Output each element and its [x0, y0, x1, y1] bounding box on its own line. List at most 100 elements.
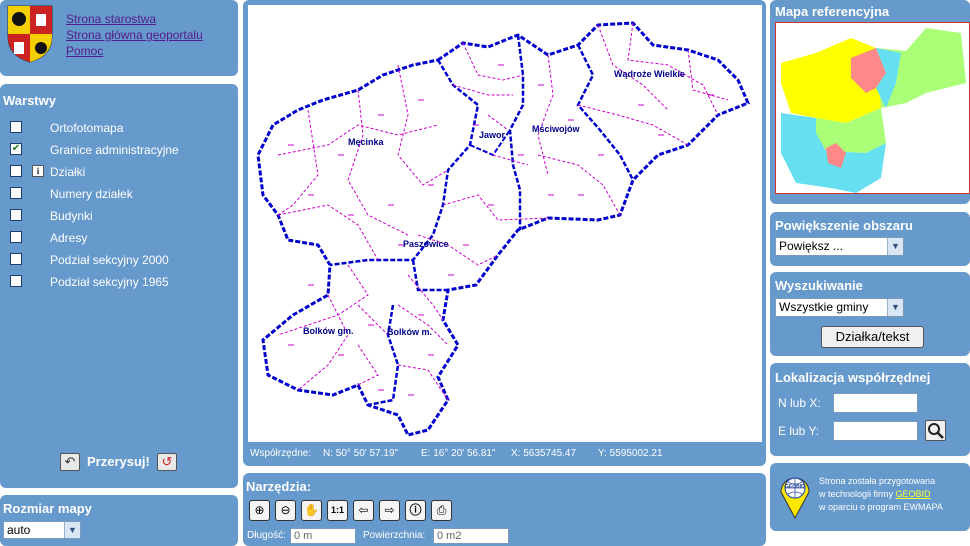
layer-label: Adresy: [50, 231, 88, 245]
area-field[interactable]: 0 m2: [433, 528, 509, 544]
layer-label: Podział sekcyjny 1965: [50, 275, 169, 289]
locate-panel: Lokalizacja współrzędnej N lub X: E lub …: [770, 363, 970, 456]
layers-title: Warstwy: [3, 93, 56, 108]
zoom-value: Powiększ ...: [779, 239, 844, 253]
undo-icon[interactable]: ↶: [60, 453, 80, 471]
length-value: 0 m: [294, 530, 313, 542]
layer-label: Ortofotomapa: [50, 121, 124, 135]
gmina-select-value: Wszystkie gminy: [779, 300, 869, 314]
coordinates-label: Współrzędne:: [250, 448, 312, 459]
layer-checkbox[interactable]: [10, 187, 22, 199]
redraw-button[interactable]: Przerysuj!: [87, 454, 150, 469]
layers-panel: Warstwy Ortofotomapa ✔ Granice administr…: [0, 84, 238, 488]
area-label: Powierzchnia:: [363, 530, 426, 541]
zoom-panel: Powiększenie obszaru Powiększ ... ▼: [770, 212, 970, 266]
county-boundary: [256, 21, 750, 437]
coat-of-arms-icon: [7, 5, 53, 63]
gmina-boundary: [411, 259, 448, 292]
layer-label: Granice administracyjne: [50, 143, 179, 157]
e-y-input[interactable]: [833, 421, 918, 441]
print-icon[interactable]: ⎙: [431, 500, 452, 521]
coord-n: N: 50° 50' 57.19": [323, 448, 399, 459]
arrow-left-icon[interactable]: ⇦: [353, 500, 374, 521]
coord-e: E: 16° 20' 56.81": [421, 448, 496, 459]
footer-line-3: w oparciu o program EWMAPA: [819, 502, 943, 512]
geoportal-home-link[interactable]: Strona główna geoportalu: [66, 27, 203, 43]
search-panel: Wyszukiwanie Wszystkie gminy ▼ Działka/t…: [770, 272, 970, 356]
chevron-down-icon: ▼: [64, 522, 80, 538]
map-label-paszowice: Paszowice: [403, 239, 449, 249]
pan-hand-icon[interactable]: ✋: [301, 500, 322, 521]
reset-icon[interactable]: ↺: [157, 453, 177, 471]
info-icon[interactable]: ⓘ: [405, 500, 426, 521]
coord-y: Y: 5595002.21: [598, 448, 663, 459]
gmina-select[interactable]: Wszystkie gminy ▼: [775, 298, 904, 317]
map-label-mecinka: Męcinka: [348, 137, 384, 147]
zoom-1to1-icon[interactable]: 1:1: [327, 500, 348, 521]
geobid-logo-icon: [780, 477, 810, 520]
footer-text: Strona została przygotowana w technologi…: [819, 475, 943, 514]
coordinates-bar: Współrzędne: N: 50° 50' 57.19" E: 16° 20…: [250, 448, 760, 462]
precinct-boundaries: [277, 22, 729, 401]
reference-map-image: [781, 28, 966, 193]
map-panel: Wądroże Wielkie Męcinka Jawor Mściwojów …: [243, 0, 766, 466]
reference-map-panel: Mapa referencyjna: [770, 0, 970, 204]
layer-checkbox[interactable]: [10, 121, 22, 133]
e-y-label: E lub Y:: [778, 424, 820, 438]
footer-panel: GEOBID Strona została przygotowana w tec…: [770, 463, 970, 531]
layer-label: Podział sekcyjny 2000: [50, 253, 169, 267]
search-icon[interactable]: [925, 420, 946, 441]
layer-numery-dzialek[interactable]: Numery działek: [8, 185, 233, 203]
search-title: Wyszukiwanie: [775, 278, 863, 293]
arrow-right-icon[interactable]: ⇨: [379, 500, 400, 521]
layer-checkbox[interactable]: [10, 253, 22, 265]
tools-title: Narzędzia:: [246, 479, 312, 494]
layer-podzial-2000[interactable]: Podział sekcyjny 2000: [8, 251, 233, 269]
layer-checkbox[interactable]: [10, 231, 22, 243]
footer-line-1: Strona została przygotowana: [819, 476, 936, 486]
map-label-msciwojow: Mściwojów: [532, 124, 580, 134]
zoom-out-icon[interactable]: ⊖: [275, 500, 296, 521]
map-size-panel: Rozmiar mapy auto ▼: [0, 495, 238, 546]
footer-line-2-prefix: w technologii firmy: [819, 489, 894, 499]
zoom-in-icon[interactable]: ⊕: [249, 500, 270, 521]
layer-checkbox[interactable]: ✔: [10, 143, 22, 155]
map-size-title: Rozmiar mapy: [3, 501, 92, 516]
layer-checkbox[interactable]: [10, 165, 22, 177]
layer-info-icon[interactable]: i: [32, 165, 44, 177]
reference-map[interactable]: [775, 22, 970, 194]
map-canvas[interactable]: Wądroże Wielkie Męcinka Jawor Mściwojów …: [248, 5, 762, 442]
coord-x: X: 5635745.47: [511, 448, 577, 459]
map-label-bolkow-m: Bolków m.: [387, 327, 433, 337]
footer-line-2: w technologii firmy GEOBID: [819, 488, 943, 501]
gmina-boundary: [576, 44, 635, 181]
layer-ortofotomapa[interactable]: Ortofotomapa: [8, 119, 233, 137]
map-size-value: auto: [7, 523, 31, 537]
map-label-jawor: Jawor: [479, 130, 506, 140]
help-link[interactable]: Pomoc: [66, 43, 203, 59]
area-value: 0 m2: [437, 530, 462, 542]
reference-map-title: Mapa referencyjna: [775, 4, 890, 19]
chevron-down-icon: ▼: [887, 238, 903, 255]
layer-adresy[interactable]: Adresy: [8, 229, 233, 247]
zoom-title: Powiększenie obszaru: [775, 218, 913, 233]
map-label-wadroze-wielkie: Wądroże Wielkie: [614, 69, 685, 79]
layer-checkbox[interactable]: [10, 209, 22, 221]
county-page-link[interactable]: Strona starostwa: [66, 11, 203, 27]
zoom-select[interactable]: Powiększ ... ▼: [775, 237, 904, 256]
length-field[interactable]: 0 m: [290, 528, 356, 544]
map-size-select[interactable]: auto ▼: [3, 521, 81, 539]
layer-dzialki[interactable]: i Działki: [8, 163, 233, 181]
n-x-input[interactable]: [833, 393, 918, 413]
layer-granice-administracyjne[interactable]: ✔ Granice administracyjne: [8, 141, 233, 159]
locate-title: Lokalizacja współrzędnej: [775, 370, 931, 385]
layer-label: Działki: [50, 165, 86, 179]
layer-checkbox[interactable]: [10, 275, 22, 287]
geobid-link[interactable]: GEOBID: [896, 489, 931, 499]
parcel-ticks: [288, 64, 714, 396]
layer-budynki[interactable]: Budynki: [8, 207, 233, 225]
n-x-label: N lub X:: [778, 396, 821, 410]
layer-podzial-1965[interactable]: Podział sekcyjny 1965: [8, 273, 233, 291]
chevron-down-icon: ▼: [887, 299, 903, 316]
parcel-text-search-button[interactable]: Działka/tekst: [821, 326, 924, 348]
